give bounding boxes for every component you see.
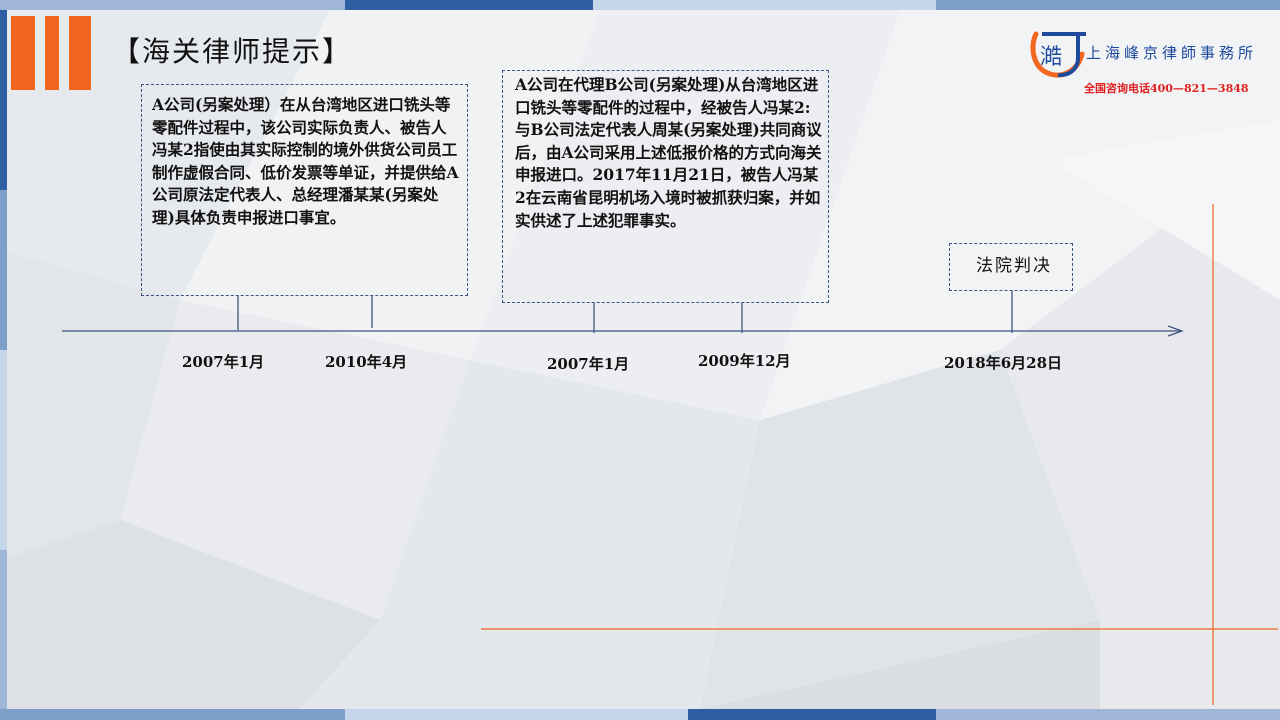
event-box-2: A公司在代理B公司(另案处理)从台湾地区进口铣头等零配件的过程中，经被告人冯某2…: [502, 70, 829, 303]
title-accent-bars: [11, 16, 91, 90]
event-box-3: 法院判决: [949, 243, 1073, 291]
law-firm-logo-icon: 澔: [1030, 31, 1086, 78]
law-firm-logo: 澔 上海峰京律師事務所 全国咨询电话400—821—3848: [1028, 28, 1268, 100]
left-color-strip: [0, 10, 7, 709]
consult-phone: 全国咨询电话400—821—3848: [1084, 82, 1249, 95]
event-text-1: A公司(另案处理）在从台湾地区进口铣头等零配件过程中，该公司实际负责人、被告人冯…: [152, 95, 459, 227]
date-label-2: 2010年4月: [325, 353, 408, 371]
page-title: 【海关律师提示】: [112, 35, 353, 68]
date-label-5: 2018年6月28日: [944, 354, 1063, 372]
event-text-2: A公司在代理B公司(另案处理)从台湾地区进口铣头等零配件的过程中，经被告人冯某2…: [515, 75, 822, 230]
date-label-1: 2007年1月: [182, 353, 265, 371]
date-label-3: 2007年1月: [547, 355, 630, 373]
law-firm-name: 上海峰京律師事務所: [1086, 44, 1258, 62]
date-label-4: 2009年12月: [698, 352, 791, 370]
event-box-1: A公司(另案处理）在从台湾地区进口铣头等零配件过程中，该公司实际负责人、被告人冯…: [141, 84, 468, 296]
event-text-3: 法院判决: [976, 256, 1052, 276]
top-color-strip: [0, 0, 1280, 10]
bottom-color-strip: [0, 709, 1280, 720]
svg-text:澔: 澔: [1040, 45, 1062, 70]
